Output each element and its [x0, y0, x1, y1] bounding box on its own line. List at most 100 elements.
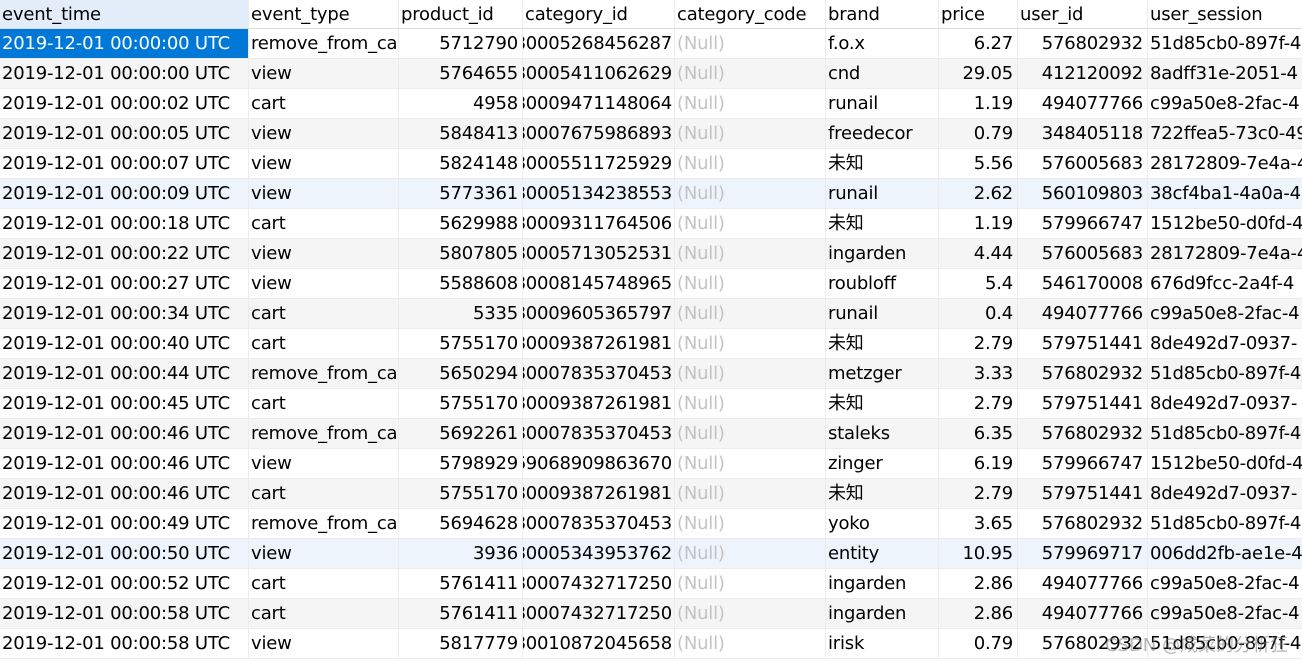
cell-category-id[interactable]: 1487580008145748965 [523, 269, 675, 299]
cell-brand[interactable]: entity [826, 539, 939, 569]
table-row[interactable]: 2019-12-01 00:00:05 UTCview5848413148758… [0, 119, 1302, 149]
cell-product-id[interactable]: 5755170 [399, 389, 523, 419]
cell-event-time[interactable]: 2019-12-01 00:00:46 UTC [0, 449, 249, 479]
cell-category-code[interactable]: (Null) [675, 209, 826, 239]
column-header-event-time[interactable]: event_time [0, 0, 249, 29]
cell-product-id[interactable]: 5692261 [399, 419, 523, 449]
cell-brand[interactable]: staleks [826, 419, 939, 449]
cell-price[interactable]: 2.62 [939, 179, 1018, 209]
cell-event-type[interactable]: cart [249, 599, 399, 629]
cell-price[interactable]: 3.33 [939, 359, 1018, 389]
cell-category-id[interactable]: 1487580007835370453 [523, 419, 675, 449]
cell-category-id[interactable]: 1487580007835370453 [523, 509, 675, 539]
cell-category-id[interactable]: 1487580007432717250 [523, 569, 675, 599]
cell-price[interactable]: 10.95 [939, 539, 1018, 569]
cell-user-id[interactable]: 579751441 [1018, 479, 1148, 509]
table-row[interactable]: 2019-12-01 00:00:44 UTC remove_from_car 56… [0, 359, 1302, 389]
table-row[interactable]: 2019-12-01 00:00:50 UTCview3936148758000… [0, 539, 1302, 569]
cell-brand[interactable]: freedecor [826, 119, 939, 149]
cell-user-id[interactable]: 579751441 [1018, 329, 1148, 359]
cell-event-type[interactable]: view [249, 59, 399, 89]
cell-price[interactable]: 5.4 [939, 269, 1018, 299]
cell-user-session[interactable]: 38cf4ba1-4a0a-4 [1148, 179, 1302, 209]
cell-event-type[interactable]: remove_from_car [249, 29, 399, 59]
cell-user-session[interactable]: 722ffea5-73c0-49 [1148, 119, 1302, 149]
cell-brand[interactable]: runail [826, 299, 939, 329]
cell-user-session[interactable]: 676d9fcc-2a4f-4 [1148, 269, 1302, 299]
cell-category-code[interactable]: (Null) [675, 479, 826, 509]
cell-event-time[interactable]: 2019-12-01 00:00:22 UTC [0, 239, 249, 269]
cell-event-time[interactable]: 2019-12-01 00:00:07 UTC [0, 149, 249, 179]
cell-event-time[interactable]: 2019-12-01 00:00:52 UTC [0, 569, 249, 599]
cell-user-id[interactable]: 494077766 [1018, 599, 1148, 629]
table-row[interactable]: 2019-12-01 00:00:07 UTCview5824148148758… [0, 149, 1302, 179]
cell-event-time[interactable]: 2019-12-01 00:00:46 UTC [0, 419, 249, 449]
cell-category-id[interactable]: 1487580009311764506 [523, 209, 675, 239]
column-header-price[interactable]: price [939, 0, 1018, 29]
cell-brand[interactable]: irisk [826, 629, 939, 659]
cell-category-code[interactable]: (Null) [675, 29, 826, 59]
cell-price[interactable]: 0.79 [939, 119, 1018, 149]
cell-event-type[interactable]: view [249, 239, 399, 269]
cell-user-session[interactable]: 8de492d7-0937- [1148, 389, 1302, 419]
cell-price[interactable]: 1.19 [939, 89, 1018, 119]
cell-user-session[interactable]: 006dd2fb-ae1e-4 [1148, 539, 1302, 569]
cell-category-code[interactable]: (Null) [675, 59, 826, 89]
cell-product-id[interactable]: 3936 [399, 539, 523, 569]
cell-event-time[interactable]: 2019-12-01 00:00:58 UTC [0, 629, 249, 659]
table-row[interactable]: 2019-12-01 00:00:02 UTCcart4958148758000… [0, 89, 1302, 119]
cell-user-session[interactable]: 51d85cb0-897f-4 [1148, 359, 1302, 389]
cell-user-id[interactable]: 560109803 [1018, 179, 1148, 209]
cell-user-session[interactable]: 1512be50-d0fd-4 [1148, 449, 1302, 479]
cell-user-id[interactable]: 494077766 [1018, 569, 1148, 599]
cell-brand[interactable]: zinger [826, 449, 939, 479]
table-row[interactable]: 2019-12-01 00:00:34 UTCcart5335148758000… [0, 299, 1302, 329]
cell-product-id[interactable]: 5755170 [399, 329, 523, 359]
cell-price[interactable]: 0.4 [939, 299, 1018, 329]
cell-user-session[interactable]: 1512be50-d0fd-4 [1148, 209, 1302, 239]
cell-product-id[interactable]: 5335 [399, 299, 523, 329]
cell-brand[interactable]: 未知 [826, 149, 939, 179]
cell-brand[interactable]: 未知 [826, 479, 939, 509]
column-header-product-id[interactable]: product_id [399, 0, 523, 29]
column-header-event-type[interactable]: event_type [249, 0, 399, 29]
cell-product-id[interactable]: 5798929 [399, 449, 523, 479]
cell-user-session[interactable]: 28172809-7e4a-4 [1148, 149, 1302, 179]
cell-product-id[interactable]: 5712790 [399, 29, 523, 59]
cell-event-time[interactable]: 2019-12-01 00:00:05 UTC [0, 119, 249, 149]
cell-category-code[interactable]: (Null) [675, 119, 826, 149]
cell-category-id[interactable]: 1487580005511725929 [523, 149, 675, 179]
cell-brand[interactable]: ingarden [826, 239, 939, 269]
cell-event-type[interactable]: remove_from_car [249, 419, 399, 449]
cell-user-id[interactable]: 576802932 [1018, 509, 1148, 539]
cell-category-code[interactable]: (Null) [675, 449, 826, 479]
cell-category-code[interactable]: (Null) [675, 179, 826, 209]
cell-user-id[interactable]: 494077766 [1018, 299, 1148, 329]
cell-brand[interactable]: roubloff [826, 269, 939, 299]
cell-user-id[interactable]: 579751441 [1018, 389, 1148, 419]
cell-category-code[interactable]: (Null) [675, 359, 826, 389]
cell-category-code[interactable]: (Null) [675, 89, 826, 119]
cell-user-session[interactable]: 51d85cb0-897f-4 [1148, 629, 1302, 659]
cell-category-code[interactable]: (Null) [675, 149, 826, 179]
cell-user-id[interactable]: 579969717 [1018, 539, 1148, 569]
cell-user-session[interactable]: 8de492d7-0937- [1148, 479, 1302, 509]
cell-event-time[interactable]: 2019-12-01 00:00:58 UTC [0, 599, 249, 629]
cell-user-session[interactable]: 51d85cb0-897f-4 [1148, 509, 1302, 539]
cell-user-session[interactable]: c99a50e8-2fac-4 [1148, 299, 1302, 329]
table-row[interactable]: 2019-12-01 00:00:49 UTC remove_from_car 56… [0, 509, 1302, 539]
cell-brand[interactable]: 未知 [826, 209, 939, 239]
cell-product-id[interactable]: 5761411 [399, 569, 523, 599]
cell-event-type[interactable]: view [249, 179, 399, 209]
cell-event-type[interactable]: view [249, 149, 399, 179]
table-row[interactable]: 2019-12-01 00:00:46 UTCcart5755170148758… [0, 479, 1302, 509]
cell-category-id[interactable]: 1487580010872045658 [523, 629, 675, 659]
cell-product-id[interactable]: 5848413 [399, 119, 523, 149]
cell-price[interactable]: 5.56 [939, 149, 1018, 179]
cell-category-code[interactable]: (Null) [675, 299, 826, 329]
cell-user-id[interactable]: 576802932 [1018, 629, 1148, 659]
column-header-user-id[interactable]: user_id [1018, 0, 1148, 29]
cell-event-time[interactable]: 2019-12-01 00:00:09 UTC [0, 179, 249, 209]
cell-event-type[interactable]: cart [249, 89, 399, 119]
cell-brand[interactable]: yoko [826, 509, 939, 539]
